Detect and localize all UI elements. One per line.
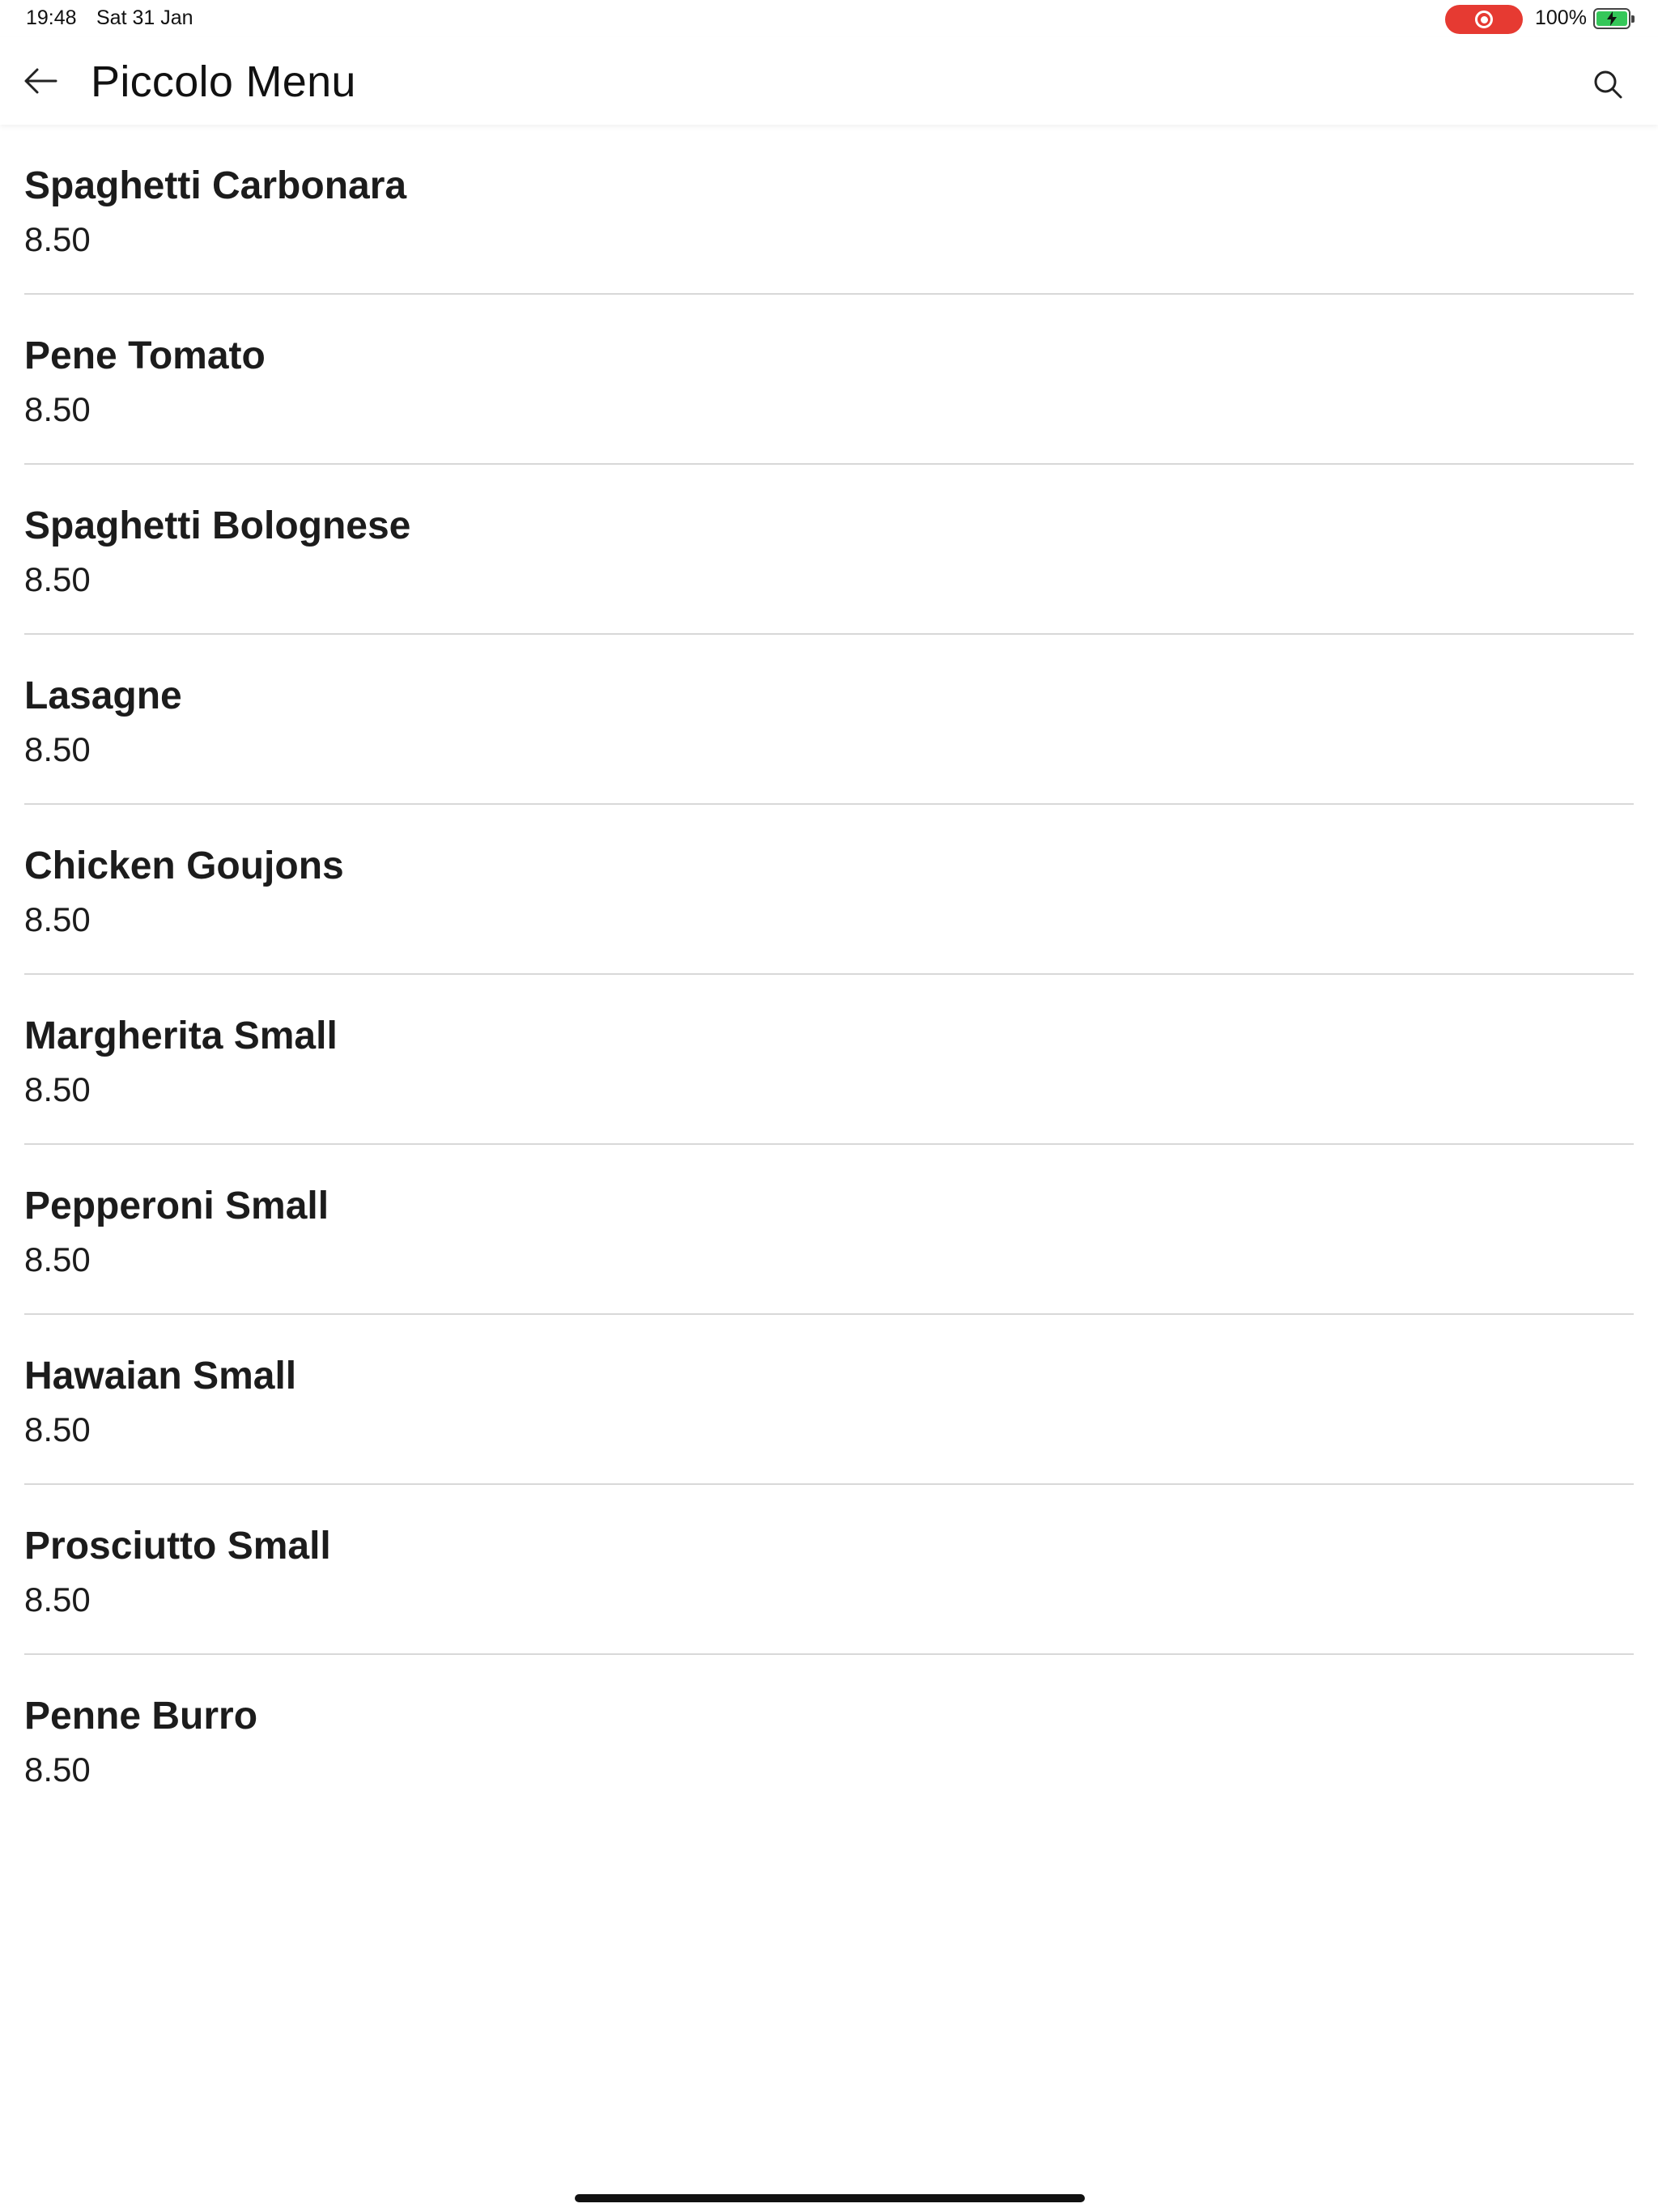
item-name: Prosciutto Small (24, 1525, 331, 1568)
list-item[interactable]: Lasagne 8.50 (24, 635, 1634, 805)
charging-bolt-icon (1607, 11, 1617, 26)
list-item[interactable]: Spaghetti Bolognese 8.50 (24, 465, 1634, 635)
list-item[interactable]: Hawaian Small 8.50 (24, 1315, 1634, 1485)
status-bar: 19:48 Sat 31 Jan 100% (0, 0, 1658, 37)
item-name: Pene Tomato (24, 334, 266, 377)
battery-icon (1593, 8, 1635, 29)
item-price: 8.50 (24, 560, 91, 598)
status-time: 19:48 (26, 6, 77, 29)
battery-percentage: 100% (1535, 6, 1587, 29)
item-price: 8.50 (24, 900, 91, 938)
screen-recording-indicator[interactable] (1445, 5, 1523, 34)
item-price: 8.50 (24, 390, 91, 428)
item-name: Penne Burro (24, 1695, 258, 1738)
list-item[interactable]: Prosciutto Small 8.50 (24, 1485, 1634, 1655)
list-item[interactable]: Chicken Goujons 8.50 (24, 805, 1634, 975)
list-item[interactable]: Pene Tomato 8.50 (24, 295, 1634, 465)
item-price: 8.50 (24, 1580, 91, 1619)
item-price: 8.50 (24, 1410, 91, 1448)
item-name: Pepperoni Small (24, 1185, 329, 1227)
list-item[interactable]: Penne Burro 8.50 (24, 1655, 1634, 1825)
item-price: 8.50 (24, 1750, 91, 1789)
screen: 19:48 Sat 31 Jan 100% Piccolo Menu Spagh… (0, 0, 1658, 2212)
item-name: Spaghetti Bolognese (24, 504, 411, 547)
item-price: 8.50 (24, 220, 91, 258)
app-bar: Piccolo Menu (0, 37, 1658, 125)
home-indicator[interactable] (575, 2194, 1085, 2202)
item-price: 8.50 (24, 1070, 91, 1108)
item-name: Lasagne (24, 674, 182, 717)
page-title: Piccolo Menu (91, 57, 356, 106)
list-item[interactable]: Pepperoni Small 8.50 (24, 1145, 1634, 1315)
item-price: 8.50 (24, 1240, 91, 1278)
search-icon (1594, 70, 1622, 99)
list-item[interactable]: Spaghetti Carbonara 8.50 (24, 125, 1634, 295)
item-name: Chicken Goujons (24, 844, 344, 887)
item-name: Margherita Small (24, 1015, 338, 1057)
search-button[interactable] (1585, 62, 1630, 107)
item-name: Spaghetti Carbonara (24, 164, 407, 207)
record-icon (1475, 11, 1493, 28)
list-item[interactable]: Margherita Small 8.50 (24, 975, 1634, 1145)
item-price: 8.50 (24, 730, 91, 768)
back-button[interactable] (16, 62, 65, 100)
arrow-left-icon (24, 68, 57, 94)
item-name: Hawaian Small (24, 1355, 297, 1397)
status-date: Sat 31 Jan (96, 6, 193, 29)
menu-list: Spaghetti Carbonara 8.50 Pene Tomato 8.5… (0, 125, 1658, 1825)
